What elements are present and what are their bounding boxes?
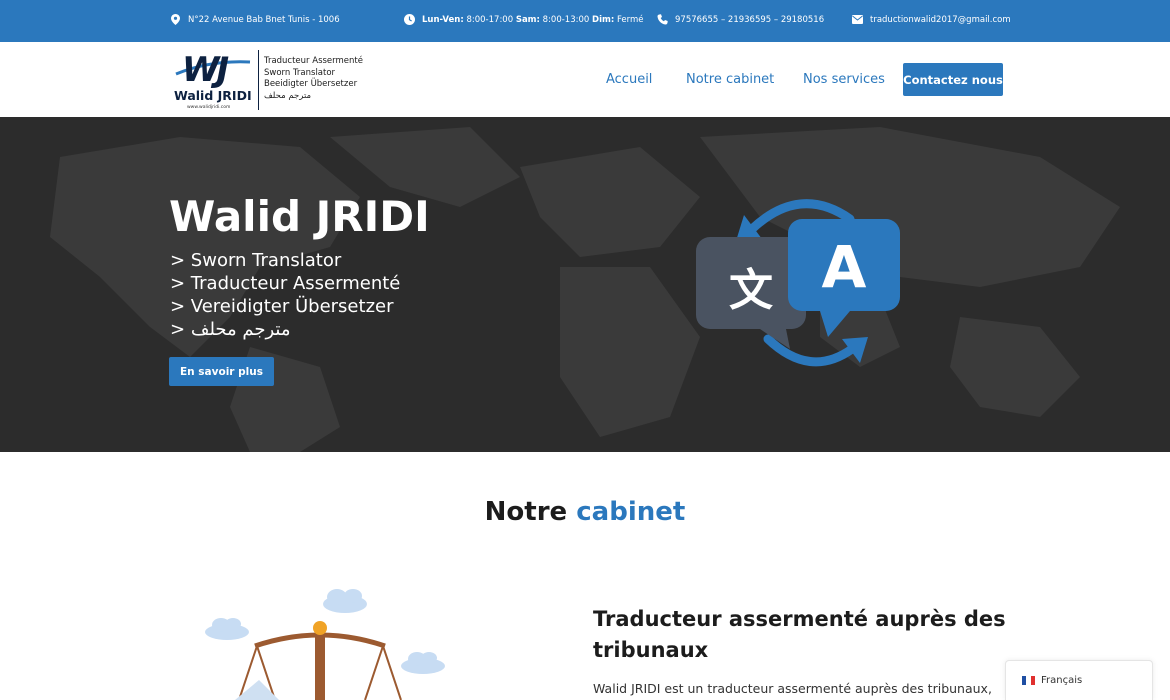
learn-more-button[interactable]: En savoir plus [169,357,274,386]
hero-line: > مترجم محلف [170,319,291,340]
hero-title: Walid JRIDI [169,192,430,241]
hours-text: Lun-Ven: 8:00-17:00 Sam: 8:00-13:00 Dim:… [422,14,644,25]
justice-scale-illustration [205,589,445,700]
hours-info: Lun-Ven: 8:00-17:00 Sam: 8:00-13:00 Dim:… [404,14,643,25]
logo-name: Walid JRIDI [174,88,252,103]
top-info-bar: N°22 Avenue Bab Bnet Tunis - 1006 Lun-Ve… [0,0,1170,42]
logo-divider [258,50,259,110]
feature-title: Traducteur assermenté auprès des tribuna… [593,607,1006,662]
email-text[interactable]: traductionwalid2017@gmail.com [870,15,1011,25]
french-flag-icon [1022,676,1035,685]
phone-icon [657,14,668,25]
email-info[interactable]: traductionwalid2017@gmail.com [852,14,1011,25]
feature-text: Walid JRIDI est un traducteur assermenté… [593,681,992,696]
nav-accueil[interactable]: Accueil [606,72,652,87]
language-label[interactable]: Français [1041,675,1082,686]
logo-tagline: Traducteur Assermenté Sworn Translator B… [264,56,363,101]
phone-info[interactable]: 97576655 – 21936595 – 29180516 [657,14,824,25]
clock-icon [404,14,415,25]
section-title: Notre cabinet [484,497,686,527]
translation-icon: 文 A [696,199,900,367]
hero-subtitles: > Sworn Translator > Traducteur Assermen… [170,249,400,341]
logo-mark: WJ Walid JRIDI www.walidjridi.com [170,48,256,112]
hero-line: > Sworn Translator [170,250,342,271]
language-switcher[interactable]: Français [1005,660,1153,700]
nav-notre-cabinet[interactable]: Notre cabinet [686,72,774,87]
nav-nos-services[interactable]: Nos services [803,72,885,87]
contact-button[interactable]: Contactez nous [903,63,1003,96]
envelope-icon [852,14,863,25]
map-pin-icon [170,14,181,25]
logo-monogram: WJ [182,50,229,90]
hero-line: > Vereidigter Übersetzer [170,296,394,317]
address-text: N°22 Avenue Bab Bnet Tunis - 1006 [188,14,340,25]
hero-line: > Traducteur Assermenté [170,273,401,294]
address-info: N°22 Avenue Bab Bnet Tunis - 1006 [170,14,340,25]
phone-text[interactable]: 97576655 – 21936595 – 29180516 [675,15,824,25]
site-header: WJ Walid JRIDI www.walidjridi.com Traduc… [0,42,1170,117]
logo-url: www.walidjridi.com [187,105,231,110]
site-logo[interactable]: WJ Walid JRIDI www.walidjridi.com Traduc… [170,48,370,112]
latin-glyph: A [822,233,867,301]
chinese-glyph: 文 [729,265,773,316]
hero-banner: Walid JRIDI > Sworn Translator > Traduct… [0,117,1170,452]
